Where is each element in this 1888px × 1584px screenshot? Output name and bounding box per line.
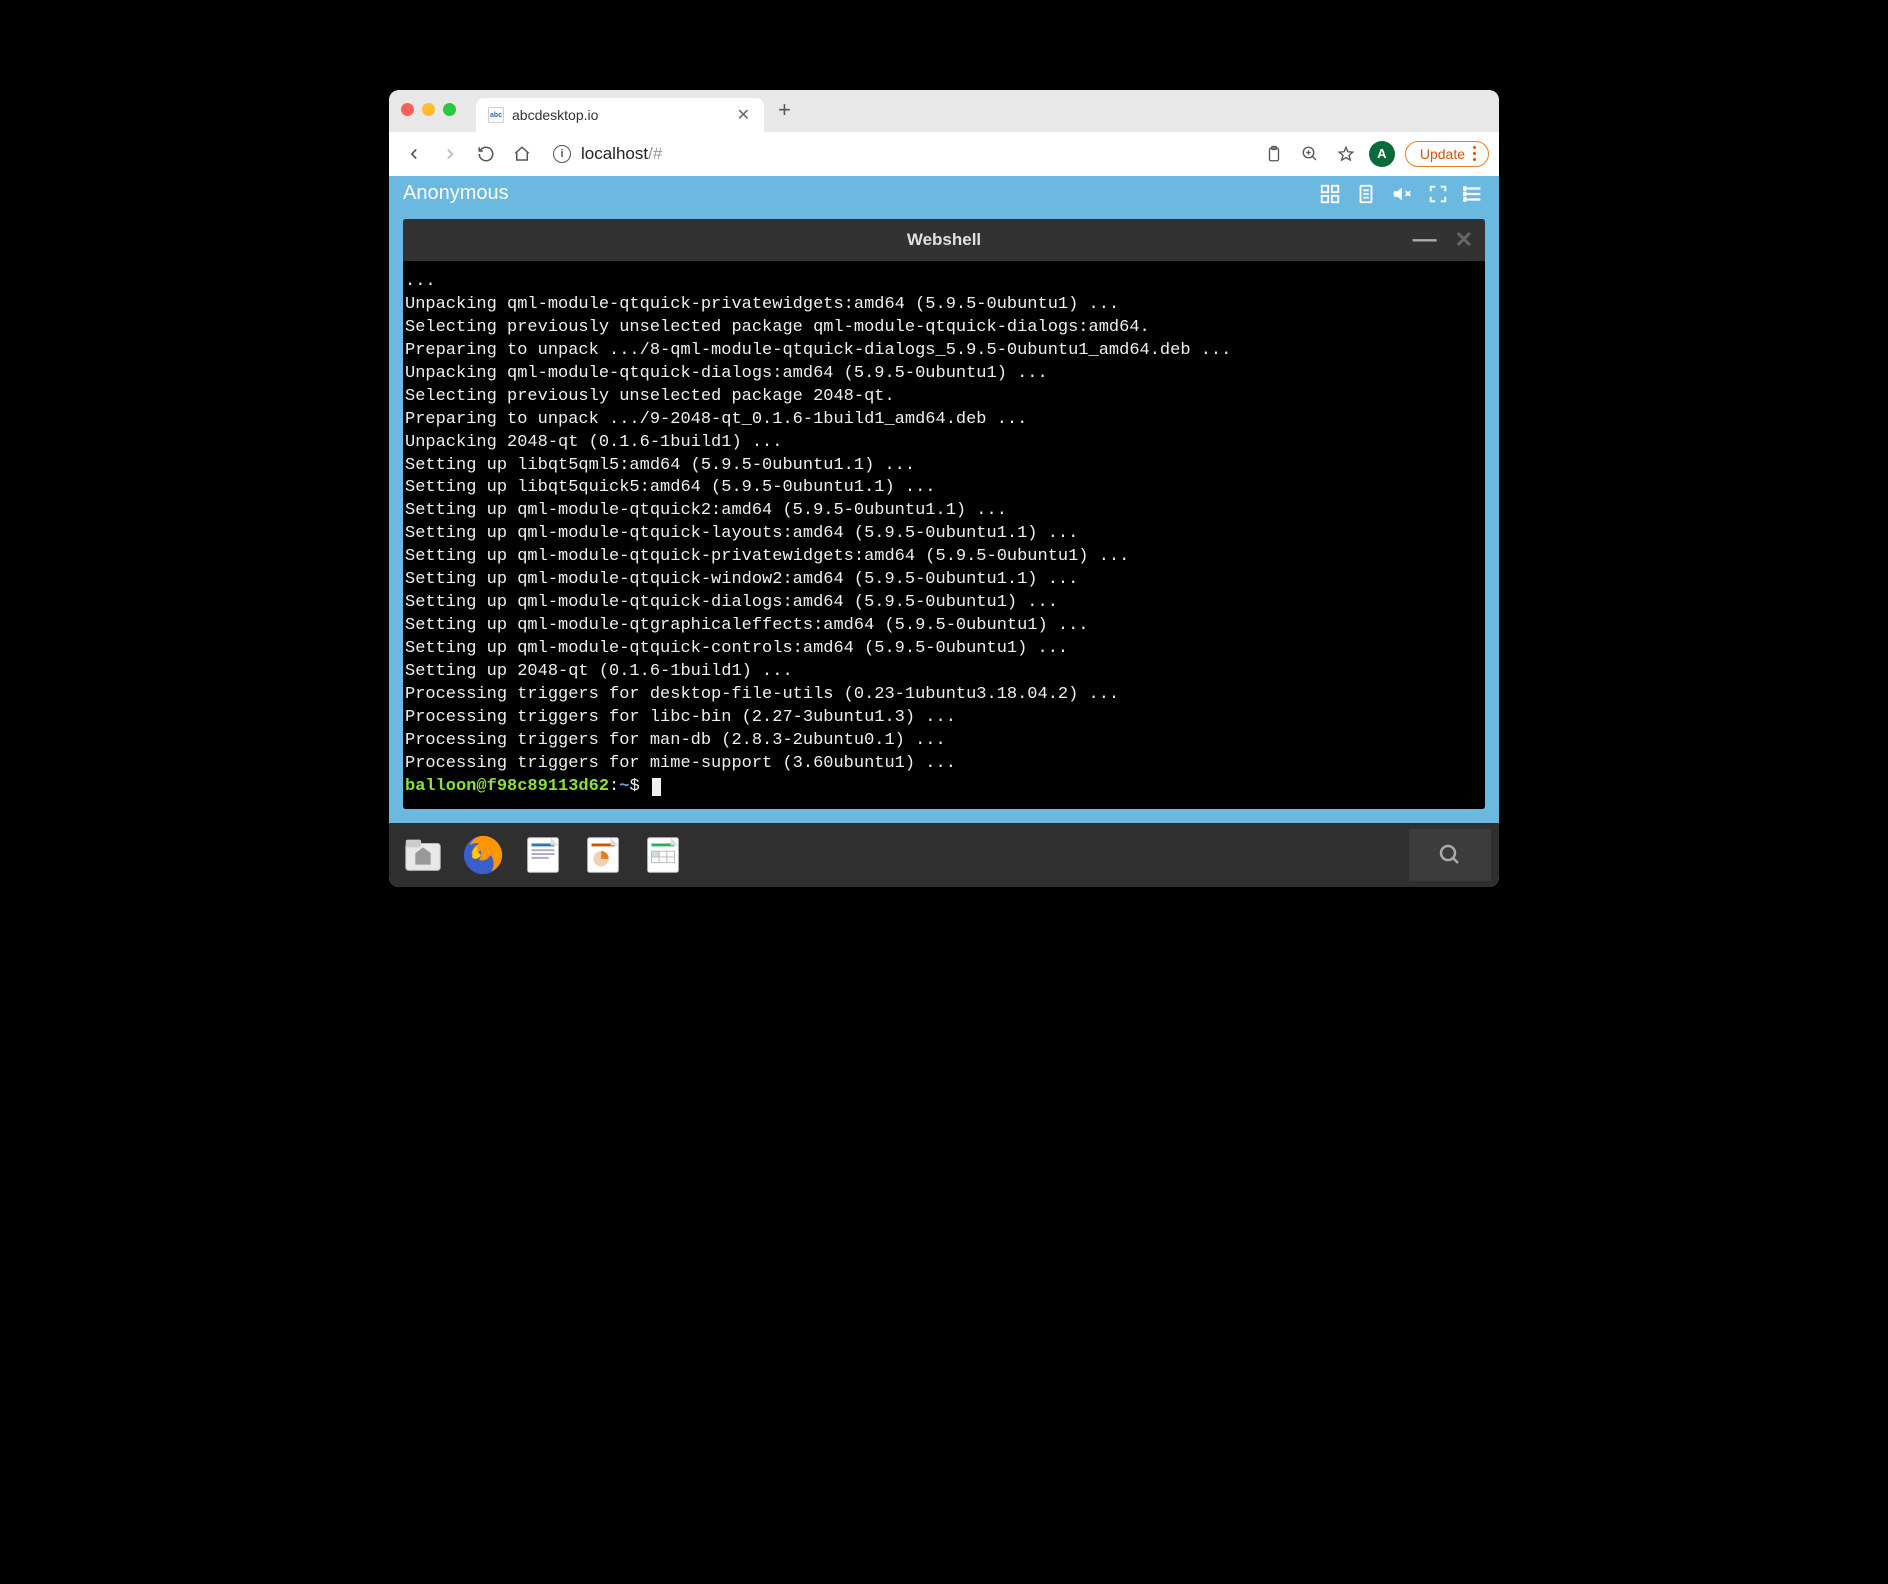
terminal-window-controls: — ✕: [1413, 226, 1473, 254]
terminal-line: Setting up qml-module-qtquick-controls:a…: [405, 638, 1479, 661]
clipboard-desktop-icon[interactable]: [1355, 183, 1377, 205]
terminal-close-button[interactable]: ✕: [1455, 227, 1473, 253]
terminal-line: Setting up qml-module-qtquick-privatewid…: [405, 546, 1479, 569]
tab-title: abcdesktop.io: [512, 107, 727, 123]
toolbar-right: A Update: [1261, 141, 1489, 167]
terminal-line: Selecting previously unselected package …: [405, 317, 1479, 340]
terminal-line: Processing triggers for libc-bin (2.27-3…: [405, 707, 1479, 730]
terminal-line: Processing triggers for mime-support (3.…: [405, 753, 1479, 776]
terminal-line: Preparing to unpack .../8-qml-module-qtq…: [405, 340, 1479, 363]
terminal-line: Setting up 2048-qt (0.1.6-1build1) ...: [405, 661, 1479, 684]
update-label: Update: [1420, 146, 1465, 162]
overflow-menu-icon[interactable]: [1473, 146, 1484, 161]
zoom-icon[interactable]: [1297, 141, 1323, 167]
menu-list-icon[interactable]: [1463, 183, 1485, 205]
fullscreen-icon[interactable]: [1427, 183, 1449, 205]
site-info-icon[interactable]: i: [553, 145, 571, 163]
terminal-minimize-button[interactable]: —: [1413, 226, 1437, 254]
terminal-window: Webshell — ✕ ...Unpacking qml-module-qtq…: [403, 219, 1485, 809]
forward-button[interactable]: [435, 139, 465, 169]
terminal-output[interactable]: ...Unpacking qml-module-qtquick-privatew…: [403, 261, 1485, 809]
terminal-line: Setting up qml-module-qtquick-dialogs:am…: [405, 592, 1479, 615]
window-controls: [401, 103, 456, 116]
terminal-line: Setting up libqt5quick5:amd64 (5.9.5-0ub…: [405, 477, 1479, 500]
dock-search-button[interactable]: [1409, 829, 1491, 881]
update-button[interactable]: Update: [1405, 141, 1489, 167]
maximize-window-button[interactable]: [443, 103, 456, 116]
terminal-line: ...: [405, 271, 1479, 294]
clipboard-icon[interactable]: [1261, 141, 1287, 167]
dock: [389, 823, 1499, 887]
dock-impress-icon[interactable]: [577, 829, 629, 881]
terminal-line: Setting up qml-module-qtgraphicaleffects…: [405, 615, 1479, 638]
terminal-line: Preparing to unpack .../9-2048-qt_0.1.6-…: [405, 409, 1479, 432]
profile-badge[interactable]: A: [1369, 141, 1395, 167]
user-label: Anonymous: [403, 182, 509, 205]
back-button[interactable]: [399, 139, 429, 169]
terminal-title: Webshell: [907, 230, 981, 250]
close-window-button[interactable]: [401, 103, 414, 116]
terminal-line: Setting up libqt5qml5:amd64 (5.9.5-0ubun…: [405, 455, 1479, 478]
browser-toolbar: i localhost/# A Update: [389, 132, 1499, 176]
terminal-line: Setting up qml-module-qtquick2:amd64 (5.…: [405, 500, 1479, 523]
apps-grid-icon[interactable]: [1319, 183, 1341, 205]
bookmark-star-icon[interactable]: [1333, 141, 1359, 167]
terminal-line: Processing triggers for desktop-file-uti…: [405, 684, 1479, 707]
volume-mute-icon[interactable]: [1391, 183, 1413, 205]
tab-favicon-icon: abc: [488, 107, 504, 123]
terminal-line: Setting up qml-module-qtquick-window2:am…: [405, 569, 1479, 592]
dock-firefox-icon[interactable]: [457, 829, 509, 881]
dock-files-icon[interactable]: [397, 829, 449, 881]
browser-tab[interactable]: abc abcdesktop.io ✕: [476, 98, 764, 132]
terminal-line: Processing triggers for man-db (2.8.3-2u…: [405, 730, 1479, 753]
terminal-line: Unpacking qml-module-qtquick-dialogs:amd…: [405, 363, 1479, 386]
terminal-titlebar[interactable]: Webshell — ✕: [403, 219, 1485, 261]
desktop-header: Anonymous: [389, 176, 1499, 211]
browser-titlebar: abc abcdesktop.io ✕ +: [389, 90, 1499, 132]
reload-button[interactable]: [471, 139, 501, 169]
minimize-window-button[interactable]: [422, 103, 435, 116]
tab-close-button[interactable]: ✕: [735, 105, 752, 125]
remote-desktop: Anonymous Websh: [389, 176, 1499, 887]
desktop-header-icons: [1319, 183, 1485, 205]
terminal-line: Setting up qml-module-qtquick-layouts:am…: [405, 523, 1479, 546]
new-tab-button[interactable]: +: [764, 97, 805, 123]
dock-writer-icon[interactable]: [517, 829, 569, 881]
home-button[interactable]: [507, 139, 537, 169]
terminal-line: Unpacking 2048-qt (0.1.6-1build1) ...: [405, 432, 1479, 455]
terminal-line: Unpacking qml-module-qtquick-privatewidg…: [405, 294, 1479, 317]
terminal-prompt[interactable]: balloon@f98c89113d62:~$: [405, 776, 1479, 799]
browser-window: abc abcdesktop.io ✕ + i localhost/#: [389, 90, 1499, 887]
url-path: /#: [648, 144, 662, 163]
address-bar[interactable]: i localhost/#: [543, 138, 1247, 170]
url-host: localhost: [581, 144, 648, 163]
dock-calc-icon[interactable]: [637, 829, 689, 881]
terminal-line: Selecting previously unselected package …: [405, 386, 1479, 409]
